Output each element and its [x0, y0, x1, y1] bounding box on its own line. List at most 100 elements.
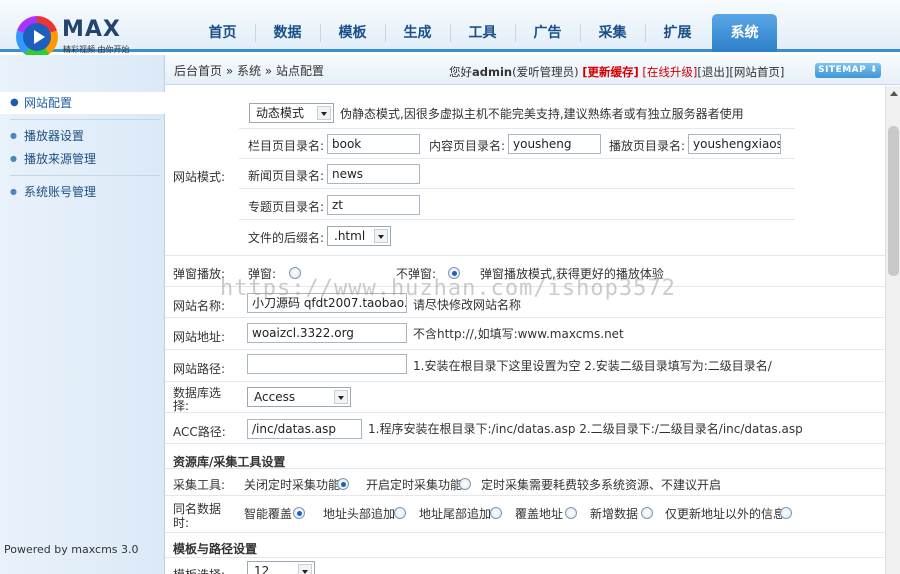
nav-extend[interactable]: 扩展: [645, 14, 710, 52]
sitepath-input[interactable]: [247, 354, 407, 374]
logo[interactable]: MAX 精彩视频 由你开始: [16, 14, 136, 58]
same-opt-label-1: 智能覆盖: [244, 507, 293, 521]
sitename-hint: 请尽快修改网站名称: [413, 298, 522, 312]
logo-subtitle: 精彩视频 由你开始: [63, 45, 130, 54]
collect-on-label: 开启定时采集功能: [366, 478, 463, 492]
collect-tool-row: 采集工具: 关闭定时采集功能 开启定时采集功能 定时采集需要耗费较多系统资源、不…: [165, 470, 885, 496]
collect-off-radio[interactable]: [337, 478, 349, 490]
chevron-down-icon: [374, 229, 388, 243]
site-mode-row: 网站模式: 动态模式 伪静态模式,因很多虚拟主机不能完美支持,建议熟练者或有独立…: [165, 86, 885, 256]
play-dir-label: 播放页目录名:: [609, 139, 686, 153]
siteurl-row: 网站地址: woaizcl.3322.org 不含http://,如填写:www…: [165, 319, 885, 350]
sidebar-item-accounts[interactable]: 系统账号管理: [0, 181, 165, 203]
play-dir-input[interactable]: youshengxiaos: [688, 134, 781, 154]
template-section-row: 模板与路径设置: [165, 534, 885, 558]
top-header: MAX 精彩视频 由你开始 首页 数据 模板 生成 工具 广告 采集 扩展 系统: [0, 0, 900, 58]
suffix-label: 文件的后缀名:: [248, 231, 325, 245]
database-select[interactable]: Access: [247, 387, 351, 407]
nav-tools[interactable]: 工具: [450, 14, 515, 52]
collect-on-radio[interactable]: [459, 478, 471, 490]
nav-ads[interactable]: 广告: [515, 14, 580, 52]
sitepath-hint: 1.安装在根目录下这里设置为空 2.安装二级目录填写为:二级目录名/: [413, 359, 772, 373]
powered-by: Powered by maxcms 3.0: [4, 543, 139, 556]
chevron-down-icon: [317, 106, 331, 120]
chevron-down-icon: [298, 564, 312, 574]
popup-row: 弹窗播放: 弹窗: 不弹窗: 弹窗播放模式,获得更好的播放体验: [165, 257, 885, 287]
sitename-input[interactable]: 小刀源码 qfdt2007.taobao.c: [247, 293, 407, 313]
same-opt-radio-2[interactable]: [394, 507, 406, 519]
popup-off-label: 不弹窗:: [396, 267, 437, 281]
siteurl-label: 网站地址:: [173, 330, 226, 344]
suffix-select[interactable]: .html: [327, 226, 391, 246]
collect-section-row: 资源库/采集工具设置: [165, 445, 885, 469]
acc-path-row: ACC路径: /inc/datas.asp 1.程序安装在根目录下:/inc/d…: [165, 414, 885, 444]
siteurl-input[interactable]: woaizcl.3322.org: [247, 323, 407, 343]
siteurl-hint: 不含http://,如填写:www.maxcms.net: [413, 327, 624, 341]
database-label-2: 择:: [173, 399, 190, 413]
same-name-label-2: 时:: [173, 516, 190, 530]
same-opt-radio-3[interactable]: [490, 507, 502, 519]
popup-on-label: 弹窗:: [248, 267, 277, 281]
same-opt-radio-4[interactable]: [565, 507, 577, 519]
topic-dir-label: 专题页目录名:: [248, 200, 325, 214]
popup-label: 弹窗播放:: [173, 267, 226, 281]
site-mode-select[interactable]: 动态模式: [249, 103, 334, 123]
nav-data[interactable]: 数据: [255, 14, 320, 52]
main-nav: 首页 数据 模板 生成 工具 广告 采集 扩展 系统: [190, 14, 777, 52]
sidebar-item-site-config[interactable]: 网站配置: [0, 92, 165, 114]
scrollbar-thumb[interactable]: [888, 126, 899, 276]
sidebar: 网站配置 播放器设置 播放来源管理 系统账号管理 Powered by maxc…: [0, 55, 165, 574]
same-opt-radio-1[interactable]: [293, 507, 305, 519]
sitepath-label: 网站路径:: [173, 362, 226, 376]
logo-icon: [16, 16, 58, 58]
content-dir-input[interactable]: yousheng: [508, 134, 601, 154]
database-row: 数据库选 择: Access: [165, 383, 885, 413]
template-select[interactable]: 12: [247, 561, 315, 574]
topic-dir-input[interactable]: zt: [327, 195, 420, 215]
column-dir-label: 栏目页目录名:: [248, 139, 325, 153]
vertical-scrollbar[interactable]: [885, 86, 900, 574]
news-dir-input[interactable]: news: [327, 164, 420, 184]
collect-off-label: 关闭定时采集功能: [244, 478, 341, 492]
nav-generate[interactable]: 生成: [385, 14, 450, 52]
nav-home[interactable]: 首页: [190, 14, 255, 52]
nav-collect[interactable]: 采集: [580, 14, 645, 52]
news-dir-label: 新闻页目录名:: [248, 169, 325, 183]
site-mode-label: 网站模式:: [173, 170, 226, 184]
user-info: 您好admin(爱听管理员) [更新缓存] [在线升级][退出][网站首页]: [449, 65, 785, 79]
same-opt-label-6: 仅更新地址以外的信息: [665, 507, 786, 521]
popup-hint: 弹窗播放模式,获得更好的播放体验: [480, 267, 664, 281]
nav-system[interactable]: 系统: [712, 14, 777, 52]
same-opt-label-3: 地址尾部追加: [419, 507, 492, 521]
nav-template[interactable]: 模板: [320, 14, 385, 52]
content-dir-label: 内容页目录名:: [429, 139, 506, 153]
refresh-cache-link[interactable]: [更新缓存]: [582, 65, 639, 79]
popup-off-radio[interactable]: [448, 267, 460, 279]
site-home-link[interactable]: [网站首页]: [729, 65, 784, 79]
config-form: 网站模式: 动态模式 伪静态模式,因很多虚拟主机不能完美支持,建议熟练者或有独立…: [165, 86, 885, 574]
username: admin: [472, 65, 513, 79]
sitename-label: 网站名称:: [173, 299, 226, 313]
same-name-row: 同名数据 时: 智能覆盖 地址头部追加 地址尾部追加 覆盖地址 新增数据 仅更新…: [165, 497, 885, 533]
column-dir-input[interactable]: book: [327, 134, 420, 154]
acc-path-hint: 1.程序安装在根目录下:/inc/datas.asp 2.二级目录下:/二级目录…: [368, 422, 803, 436]
same-opt-radio-6[interactable]: [780, 507, 792, 519]
breadcrumb-bar: 后台首页 » 系统 » 站点配置 您好admin(爱听管理员) [更新缓存] […: [165, 55, 900, 85]
sitemap-button[interactable]: SITEMAP ⬇: [815, 63, 881, 78]
sidebar-item-play-source[interactable]: 播放来源管理: [0, 148, 165, 170]
online-upgrade-link[interactable]: [在线升级]: [642, 65, 697, 79]
template-label: 模板选择:: [173, 566, 225, 574]
scroll-up-icon[interactable]: [890, 91, 898, 96]
template-row: 模板选择: 12: [165, 559, 885, 574]
popup-on-radio[interactable]: [289, 267, 301, 279]
same-opt-label-5: 新增数据: [590, 507, 639, 521]
logout-link[interactable]: [退出]: [697, 65, 729, 79]
acc-path-input[interactable]: /inc/datas.asp: [247, 419, 362, 439]
sidebar-item-player-settings[interactable]: 播放器设置: [0, 125, 165, 147]
acc-path-label: ACC路径:: [173, 425, 226, 439]
logo-text: MAX: [62, 17, 121, 42]
collect-warning: 定时采集需要耗费较多系统资源、不建议开启: [481, 478, 722, 492]
site-mode-hint: 伪静态模式,因很多虚拟主机不能完美支持,建议熟练者或有独立服务器者使用: [340, 107, 744, 121]
same-opt-radio-5[interactable]: [641, 507, 653, 519]
same-opt-label-4: 覆盖地址: [515, 507, 564, 521]
